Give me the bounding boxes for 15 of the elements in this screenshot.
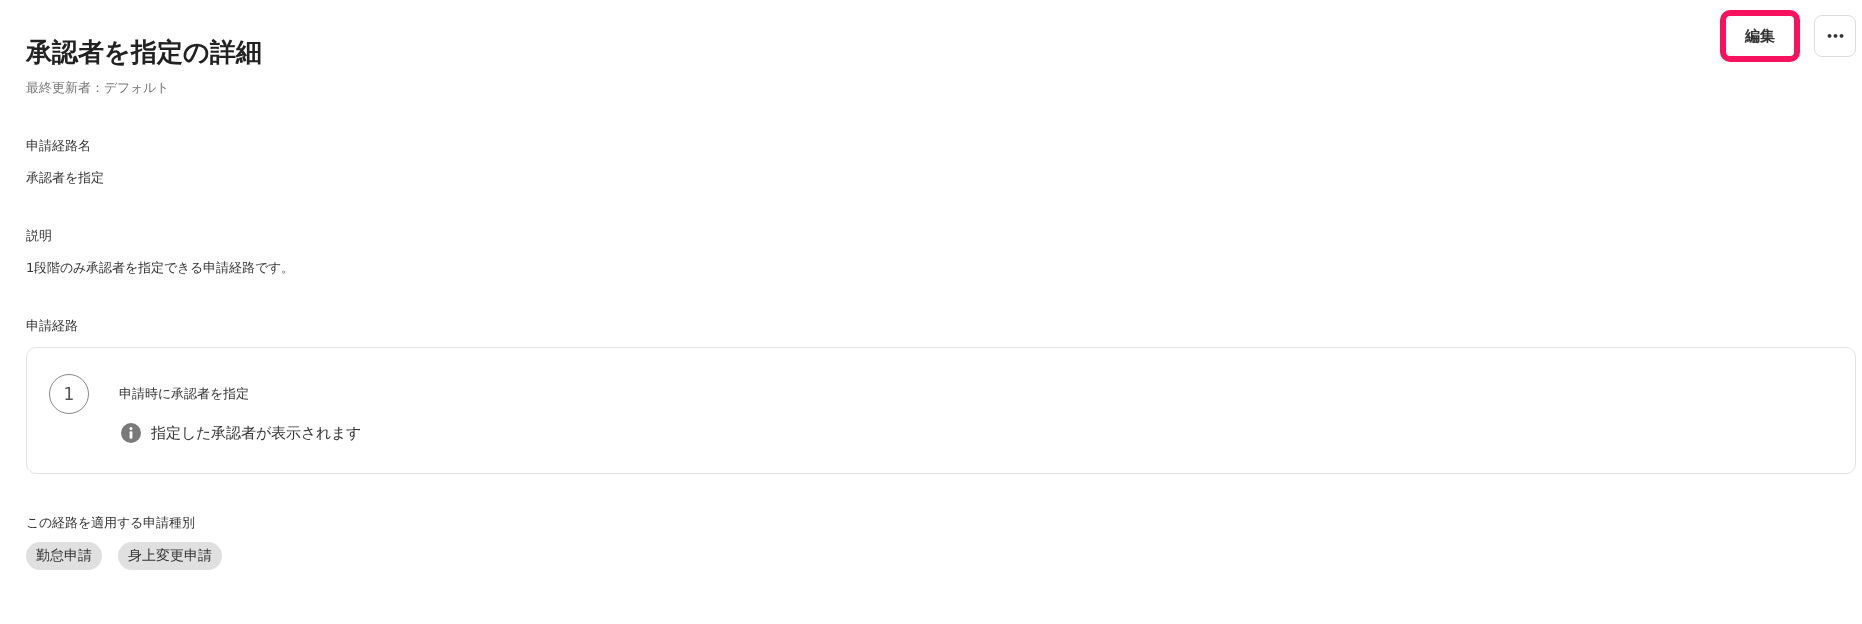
type-tag: 勤怠申請	[26, 542, 102, 570]
field-value: 承認者を指定	[26, 169, 105, 187]
edit-button[interactable]: 編集	[1720, 10, 1800, 62]
step-title: 申請時に承認者を指定	[119, 385, 250, 403]
last-updated-text: 最終更新者：デフォルト	[26, 79, 170, 97]
type-tag: 身上変更申請	[118, 542, 222, 570]
field-label: この経路を適用する申請種別	[26, 514, 196, 532]
info-icon	[121, 423, 141, 443]
field-value: 1段階のみ承認者を指定できる申請経路です。	[26, 259, 296, 277]
page-title: 承認者を指定の詳細	[26, 36, 262, 69]
field-label: 説明	[26, 227, 53, 245]
more-button[interactable]: •••	[1814, 15, 1856, 57]
step-note: 指定した承認者が表示されます	[151, 423, 361, 443]
field-label: 申請経路名	[26, 137, 92, 155]
field-label: 申請経路	[26, 317, 79, 335]
